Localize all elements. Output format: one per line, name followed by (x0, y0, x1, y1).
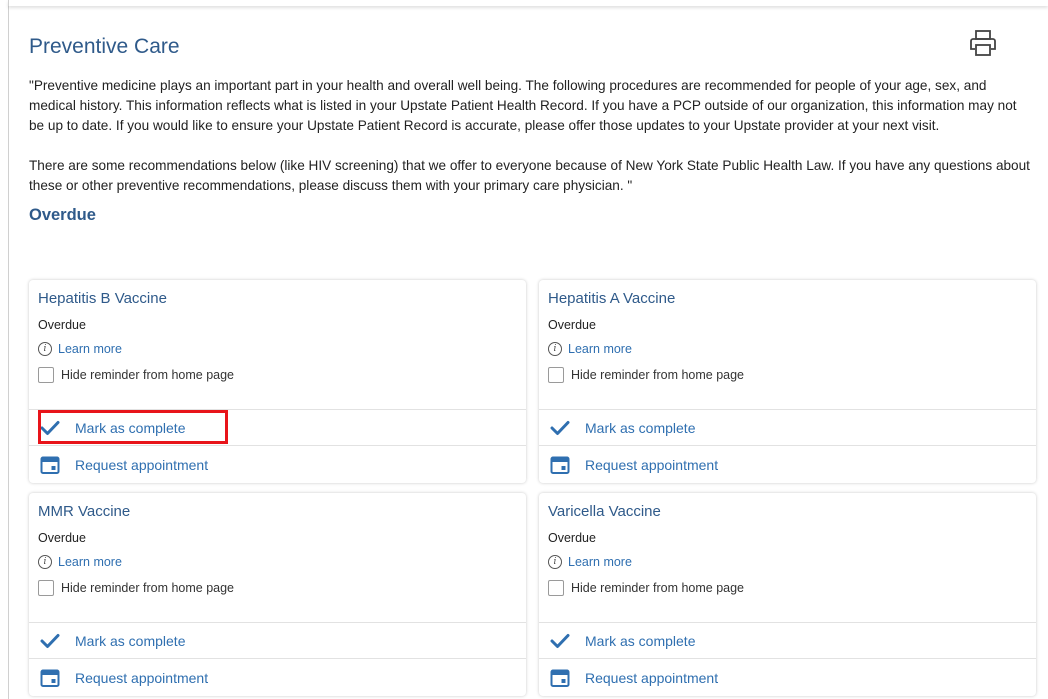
checkmark-icon (40, 631, 60, 651)
hide-reminder-checkbox[interactable] (548, 580, 564, 596)
hide-reminder-checkbox[interactable] (38, 367, 54, 383)
recommendation-card: Varicella Vaccine Overdue i Learn more H… (539, 493, 1036, 696)
hide-reminder-option: Hide reminder from home page (38, 367, 234, 383)
intro-paragraph-2: There are some recommendations below (li… (29, 158, 1030, 193)
learn-more-label: Learn more (568, 555, 632, 569)
left-frame-border (8, 0, 9, 699)
learn-more-label: Learn more (58, 342, 122, 356)
request-appointment-label: Request appointment (75, 457, 209, 473)
hide-reminder-label: Hide reminder from home page (61, 581, 234, 595)
info-icon: i (38, 555, 52, 569)
card-status: Overdue (548, 531, 596, 545)
hide-reminder-checkbox[interactable] (548, 367, 564, 383)
intro-text: "Preventive medicine plays an important … (29, 76, 1034, 196)
card-title-link[interactable]: Varicella Vaccine (548, 503, 661, 520)
request-appointment-label: Request appointment (75, 670, 209, 686)
calendar-icon (40, 668, 60, 688)
request-appointment-label: Request appointment (585, 670, 719, 686)
card-title-link[interactable]: Hepatitis A Vaccine (548, 290, 675, 307)
page-title: Preventive Care (29, 35, 180, 58)
recommendation-card: Hepatitis A Vaccine Overdue i Learn more… (539, 280, 1036, 483)
learn-more-link[interactable]: i Learn more (38, 342, 122, 356)
info-icon: i (38, 342, 52, 356)
hide-reminder-option: Hide reminder from home page (548, 367, 744, 383)
mark-complete-label: Mark as complete (585, 633, 696, 649)
printer-icon[interactable] (968, 28, 998, 58)
card-status: Overdue (38, 318, 86, 332)
request-appointment-button[interactable]: Request appointment (550, 668, 718, 688)
intro-paragraph-1: "Preventive medicine plays an important … (29, 78, 1017, 133)
card-title-link[interactable]: MMR Vaccine (38, 503, 130, 520)
mark-complete-label: Mark as complete (585, 420, 696, 436)
top-frame-shadow (8, 0, 1048, 6)
learn-more-label: Learn more (568, 342, 632, 356)
card-divider (539, 409, 1036, 410)
preventive-care-page: Preventive Care "Preventive medicine pla… (29, 34, 1038, 696)
card-status: Overdue (38, 531, 86, 545)
checkmark-icon (550, 631, 570, 651)
request-appointment-button[interactable]: Request appointment (40, 668, 208, 688)
card-status: Overdue (548, 318, 596, 332)
recommendation-card: MMR Vaccine Overdue i Learn more Hide re… (29, 493, 526, 696)
hide-reminder-label: Hide reminder from home page (61, 368, 234, 382)
calendar-icon (40, 455, 60, 475)
calendar-icon (550, 668, 570, 688)
mark-complete-button[interactable]: Mark as complete (550, 418, 695, 438)
request-appointment-label: Request appointment (585, 457, 719, 473)
mark-complete-label: Mark as complete (75, 633, 186, 649)
card-divider (29, 445, 526, 446)
highlight-box (38, 410, 228, 444)
info-icon: i (548, 342, 562, 356)
request-appointment-button[interactable]: Request appointment (40, 455, 208, 475)
card-divider (539, 658, 1036, 659)
hide-reminder-label: Hide reminder from home page (571, 368, 744, 382)
learn-more-link[interactable]: i Learn more (548, 342, 632, 356)
mark-complete-button[interactable]: Mark as complete (40, 631, 185, 651)
learn-more-link[interactable]: i Learn more (38, 555, 122, 569)
card-title-link[interactable]: Hepatitis B Vaccine (38, 290, 167, 307)
hide-reminder-checkbox[interactable] (38, 580, 54, 596)
calendar-icon (550, 455, 570, 475)
card-divider (29, 658, 526, 659)
section-title-overdue: Overdue (29, 206, 96, 224)
card-divider (539, 445, 1036, 446)
mark-complete-button[interactable]: Mark as complete (38, 410, 228, 444)
request-appointment-button[interactable]: Request appointment (550, 455, 718, 475)
info-icon: i (548, 555, 562, 569)
learn-more-link[interactable]: i Learn more (548, 555, 632, 569)
hide-reminder-option: Hide reminder from home page (548, 580, 744, 596)
mark-complete-button[interactable]: Mark as complete (550, 631, 695, 651)
hide-reminder-option: Hide reminder from home page (38, 580, 234, 596)
card-divider (29, 622, 526, 623)
checkmark-icon (550, 418, 570, 438)
card-divider (539, 622, 1036, 623)
recommendation-card: Hepatitis B Vaccine Overdue i Learn more… (29, 280, 526, 483)
hide-reminder-label: Hide reminder from home page (571, 581, 744, 595)
learn-more-label: Learn more (58, 555, 122, 569)
